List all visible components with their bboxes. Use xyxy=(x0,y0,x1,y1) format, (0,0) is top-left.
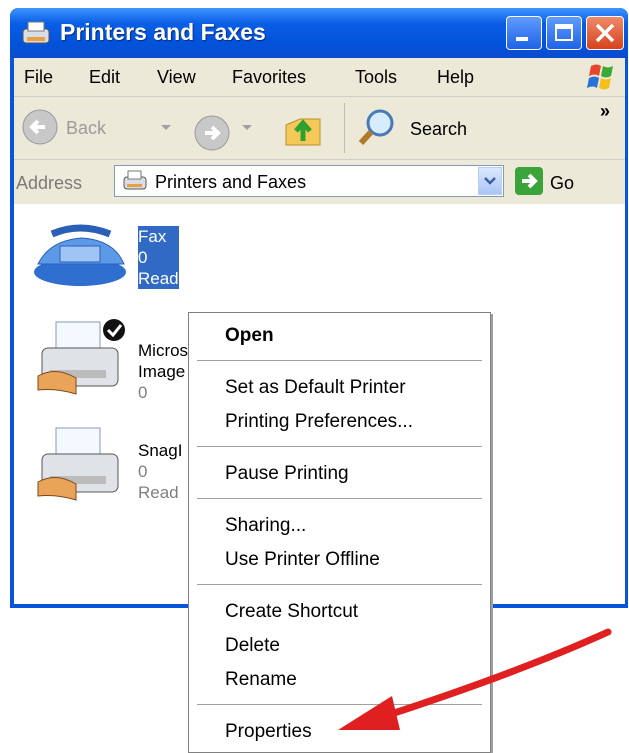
window-title: Printers and Faxes xyxy=(60,19,266,45)
menu-separator xyxy=(197,360,482,361)
item-name: SnagI xyxy=(138,441,183,460)
printer-icon[interactable] xyxy=(36,424,140,504)
context-menu: Open Set as Default Printer Printing Pre… xyxy=(188,312,491,753)
maximize-icon xyxy=(555,24,573,41)
printer-icon[interactable] xyxy=(36,318,140,398)
address-dropdown-button[interactable] xyxy=(478,167,502,195)
go-button[interactable]: Go xyxy=(514,166,594,196)
back-button[interactable]: Back xyxy=(20,107,140,149)
item-name: Fax xyxy=(138,227,167,246)
close-button[interactable] xyxy=(586,16,624,50)
item-count: 0 xyxy=(138,462,148,481)
item-status: Read xyxy=(138,269,179,288)
go-label: Go xyxy=(550,173,575,193)
item-name: Micros xyxy=(138,341,189,360)
search-icon xyxy=(358,109,394,146)
minimize-icon xyxy=(516,37,528,41)
printers-folder-icon xyxy=(22,21,50,44)
toolbar-separator xyxy=(344,103,345,153)
close-icon xyxy=(595,23,615,43)
menu-item-open[interactable]: Open xyxy=(225,325,274,347)
fax-icon[interactable] xyxy=(30,220,134,290)
address-input[interactable]: Printers and Faxes xyxy=(114,165,504,197)
menu-separator xyxy=(197,584,482,585)
menu-view[interactable]: View xyxy=(157,67,196,88)
list-item[interactable]: SnagI 0 Read xyxy=(138,440,182,503)
menu-item-use-offline[interactable]: Use Printer Offline xyxy=(225,549,380,571)
menu-separator xyxy=(197,498,482,499)
menu-item-set-default[interactable]: Set as Default Printer xyxy=(225,377,406,399)
menu-file[interactable]: File xyxy=(24,67,53,88)
menu-tools[interactable]: Tools xyxy=(355,67,397,88)
go-arrow-icon xyxy=(515,167,543,195)
back-dropdown-icon[interactable] xyxy=(159,122,173,134)
menu-item-delete[interactable]: Delete xyxy=(225,635,280,657)
menu-separator xyxy=(197,446,482,447)
list-item[interactable]: Micros Image 0 xyxy=(138,340,188,403)
menu-item-create-shortcut[interactable]: Create Shortcut xyxy=(225,601,358,623)
toolbar-overflow-chevron[interactable]: » xyxy=(600,101,610,122)
menu-item-rename[interactable]: Rename xyxy=(225,669,297,691)
back-arrow-icon xyxy=(22,109,58,145)
forward-dropdown-icon[interactable] xyxy=(240,122,254,134)
address-value: Printers and Faxes xyxy=(155,172,307,192)
minimize-button[interactable] xyxy=(506,16,542,50)
printers-folder-small-icon xyxy=(123,170,147,190)
menu-edit[interactable]: Edit xyxy=(89,67,120,88)
back-label: Back xyxy=(66,118,107,138)
item-status: Read xyxy=(138,483,179,502)
title-bar[interactable]: Printers and Faxes xyxy=(10,8,628,58)
item-detail: Image xyxy=(138,362,186,381)
windows-logo-icon xyxy=(577,60,619,94)
menu-item-sharing[interactable]: Sharing... xyxy=(225,515,306,537)
toolbar: Back Search » xyxy=(14,97,625,160)
forward-arrow-icon[interactable] xyxy=(192,113,232,153)
search-button[interactable]: Search xyxy=(356,105,496,151)
menu-item-properties[interactable]: Properties xyxy=(225,721,312,743)
item-count: 0 xyxy=(138,248,148,267)
menu-favorites[interactable]: Favorites xyxy=(232,67,306,88)
menu-bar: File Edit View Favorites Tools Help xyxy=(14,58,625,97)
menu-separator xyxy=(197,704,482,705)
address-label: Address xyxy=(16,173,83,193)
menu-item-printing-preferences[interactable]: Printing Preferences... xyxy=(225,411,413,433)
item-count: 0 xyxy=(138,383,148,402)
search-label: Search xyxy=(410,119,468,139)
list-item[interactable]: Fax 0 Read xyxy=(138,226,179,289)
menu-item-pause-printing[interactable]: Pause Printing xyxy=(225,463,349,485)
up-folder-icon[interactable] xyxy=(282,107,324,151)
menu-help[interactable]: Help xyxy=(437,67,474,88)
maximize-button[interactable] xyxy=(546,16,582,50)
chevron-down-icon xyxy=(484,177,496,185)
address-bar: Address Printers and Faxes Go xyxy=(14,160,625,205)
